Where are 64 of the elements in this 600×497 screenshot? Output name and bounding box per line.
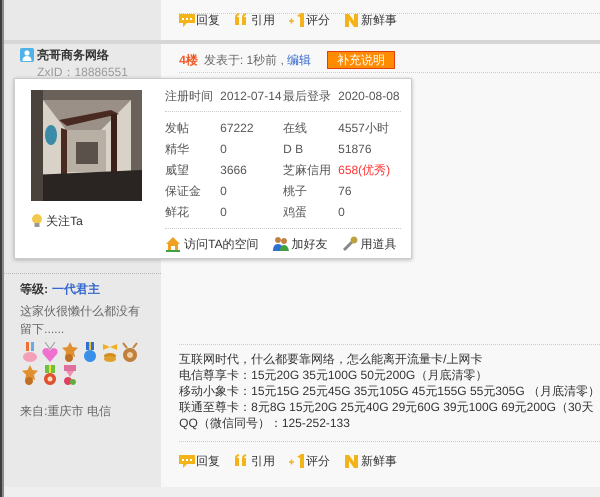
action-link[interactable]: 新鲜事 [344, 452, 398, 470]
medal-icon [20, 365, 40, 386]
field-value: 658(优秀) [338, 162, 392, 179]
speech-bubble-icon [179, 12, 196, 28]
field-value: 0 [220, 204, 228, 221]
field-value: 3666 [220, 162, 248, 179]
field-label: 桃子 [283, 183, 308, 200]
plus-one-icon [289, 454, 306, 468]
field-value: 76 [338, 183, 353, 200]
post-text-line: 移动小象卡：15元15G 25元45G 35元105G 45元155G 55元305G （月底清零） [179, 383, 600, 399]
plus-one-icon [289, 12, 306, 28]
level-label: 等级: [20, 281, 48, 298]
field-label: 最后登录 [283, 88, 332, 105]
medal-icon [40, 342, 60, 363]
post-text-line: 电信尊享卡：15元20G 35元100G 50元200G（月底清零） [179, 367, 488, 383]
action-link[interactable]: 评分 [289, 452, 330, 470]
field-label: 精华 [165, 141, 190, 158]
post-time: 发表于: 1秒前 , 编辑 [204, 52, 312, 69]
post-text-line: 联通至尊卡：8元8G 15元20G 25元40G 29元60G 39元100G 69元200G（30天 [179, 399, 594, 415]
field-value: 67222 [220, 120, 255, 137]
two-people-icon [272, 236, 289, 252]
medal-icon [60, 342, 80, 363]
speech-bubble-icon [179, 454, 196, 468]
follow-link[interactable]: 关注Ta [31, 212, 166, 230]
user-bio: 这家伙很懒什么都没有留下...... [20, 303, 142, 338]
location-text: 来自:重庆市 电信 [20, 403, 112, 420]
medal-icon [120, 342, 140, 363]
post-text-line: 互联网时代，什么都要靠网络，怎么能离开流量卡/上网卡 [179, 351, 484, 367]
field-value: 2020-08-08 [338, 88, 401, 105]
field-value: 0 [220, 183, 228, 200]
floor-number: 4楼 [179, 52, 198, 69]
edit-link[interactable]: 编辑 [287, 53, 312, 67]
field-label: 芝麻信用 [283, 162, 332, 179]
action-link[interactable]: 新鲜事 [344, 11, 398, 29]
field-label: 在线 [283, 120, 308, 137]
level-name[interactable]: 一代君主 [52, 280, 100, 298]
user-avatar-icon [20, 48, 34, 62]
field-label: 发帖 [165, 120, 190, 137]
action-link[interactable]: 回复 [179, 452, 220, 470]
profile-link[interactable]: 访问TA的空间 [165, 235, 259, 253]
letter-n-icon [344, 12, 360, 28]
action-link[interactable]: 引用 [234, 452, 276, 470]
field-label: 注册时间 [165, 88, 214, 105]
field-label: D B [283, 141, 304, 158]
lightbulb-icon [31, 214, 44, 228]
action-link[interactable]: 评分 [289, 11, 330, 29]
profile-link[interactable]: 加好友 [272, 235, 328, 253]
author-name[interactable]: 亮哥商务网络 [37, 46, 110, 64]
action-link[interactable]: 回复 [179, 11, 220, 29]
user-id: ZxID：18886551 [36, 64, 129, 81]
field-value: 0 [220, 141, 228, 158]
post-text-line: QQ（微信同号）：125-252-133 [179, 415, 351, 431]
field-value: 4557小时 [338, 120, 390, 137]
field-label: 鲜花 [165, 204, 190, 221]
field-value: 2012-07-14 [220, 88, 283, 105]
action-link[interactable]: 引用 [234, 11, 276, 29]
profile-link[interactable]: 用道具 [342, 235, 397, 253]
field-value: 51876 [338, 141, 373, 158]
field-label: 鸡蛋 [283, 204, 308, 221]
field-label: 威望 [165, 162, 190, 179]
field-value: 0 [338, 204, 346, 221]
field-label: 保证金 [165, 183, 202, 200]
letter-n-icon [344, 454, 360, 468]
house-icon [165, 236, 182, 252]
